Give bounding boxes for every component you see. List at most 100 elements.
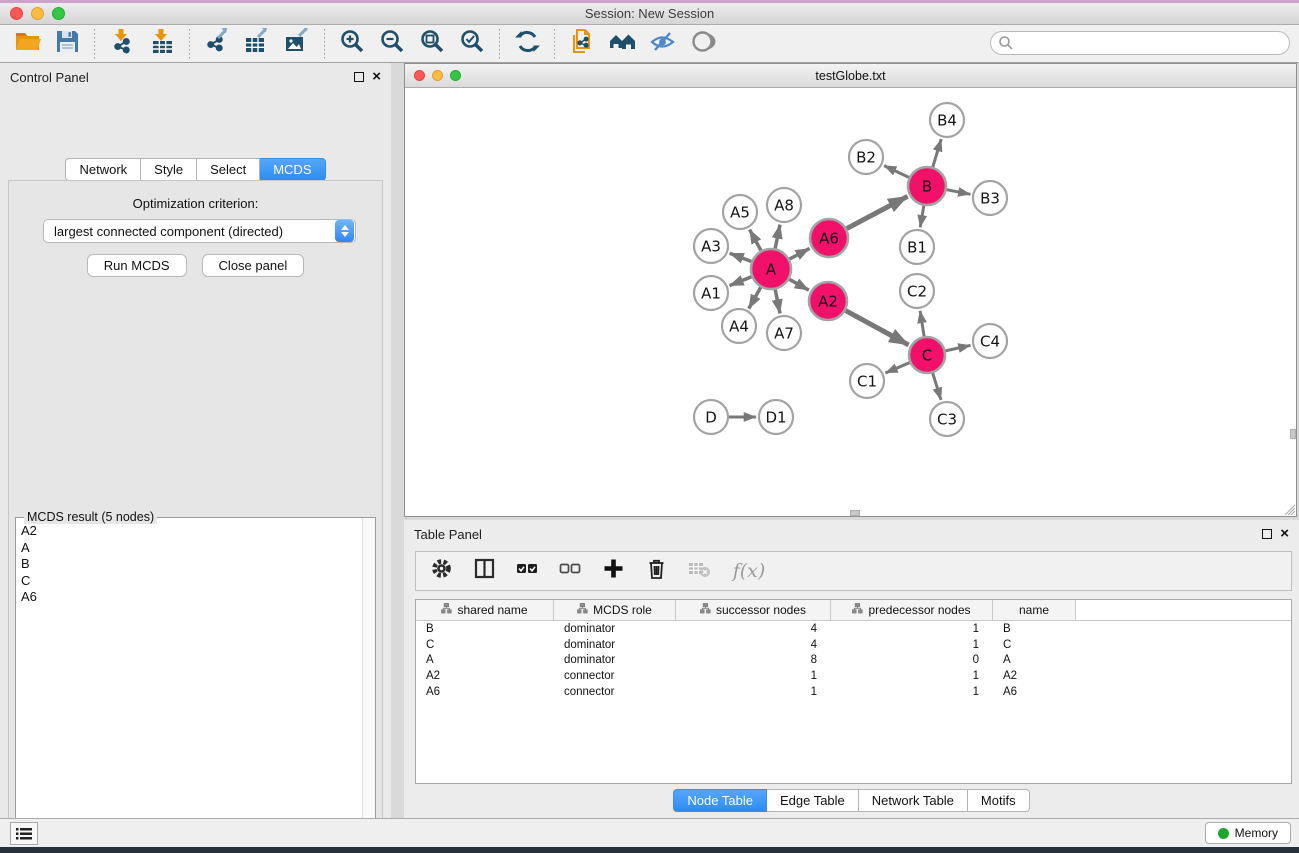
node-C[interactable]: C [909,337,945,373]
column-header-name[interactable]: name [993,600,1076,620]
node-A8[interactable]: A8 [767,188,801,222]
column-header-shared-name[interactable]: shared name [416,600,554,620]
node-C2[interactable]: C2 [900,274,934,308]
delete-table-button[interactable] [686,558,712,584]
show-all-button[interactable] [687,29,717,59]
close-panel-button[interactable]: Close panel [202,254,305,277]
edge-A-A7[interactable] [775,290,780,314]
result-scrollbar[interactable] [362,518,375,853]
hide-selected-button[interactable] [647,29,677,59]
tab-edge-table[interactable]: Edge Table [767,789,859,812]
cell-shared-name[interactable]: C [416,639,554,651]
result-item[interactable]: B [17,556,361,573]
vertical-scrollbar-thumb[interactable] [1290,429,1296,439]
deselect-all-checkboxes-button[interactable] [557,558,583,584]
cell-successor-nodes[interactable]: 4 [676,623,831,635]
cell-predecessor-nodes[interactable]: 0 [831,654,993,666]
duplicate-network-button[interactable] [567,29,597,59]
cell-MCDS-role[interactable]: connector [554,670,676,682]
cell-successor-nodes[interactable]: 8 [676,654,831,666]
node-D[interactable]: D [694,400,728,434]
cell-shared-name[interactable]: B [416,623,554,635]
result-item[interactable]: C [17,573,361,590]
table-row[interactable]: A6connector11A6 [416,684,1291,700]
node-A2[interactable]: A2 [809,282,847,320]
edge-B-B2[interactable] [884,166,909,178]
resize-grip-icon[interactable] [1282,502,1295,515]
node-C3[interactable]: C3 [930,402,964,436]
edge-A-A4[interactable] [749,287,761,308]
edge-A-A6[interactable] [790,248,810,259]
table-row[interactable]: A2connector11A2 [416,668,1291,684]
tab-mcds[interactable]: MCDS [260,158,325,181]
node-C1[interactable]: C1 [850,364,884,398]
cell-name[interactable]: C [993,639,1076,651]
edge-A-A1[interactable] [730,277,752,286]
edge-A-A5[interactable] [750,230,761,251]
column-settings-gear-button[interactable] [428,558,454,584]
run-mcds-button[interactable]: Run MCDS [87,254,187,277]
cell-shared-name[interactable]: A2 [416,670,554,682]
node-B2[interactable]: B2 [849,140,883,174]
result-item[interactable]: A [17,540,361,557]
edge-B-B4[interactable] [933,139,941,167]
result-item[interactable]: A2 [17,523,361,540]
table-row[interactable]: Bdominator41B [416,621,1291,637]
cell-shared-name[interactable]: A6 [416,686,554,698]
node-B[interactable]: B [908,167,946,205]
node-B4[interactable]: B4 [930,103,964,137]
cell-predecessor-nodes[interactable]: 1 [831,686,993,698]
edge-A6-B[interactable] [847,196,908,228]
export-network-button[interactable] [202,29,232,59]
export-table-button[interactable] [242,29,272,59]
column-header-predecessor-nodes[interactable]: predecessor nodes [831,600,993,620]
edge-B-B3[interactable] [947,190,971,195]
search-input[interactable] [990,31,1290,55]
edge-C-C3[interactable] [933,373,941,400]
tab-motifs[interactable]: Motifs [968,789,1030,812]
result-item[interactable]: A6 [17,589,361,606]
close-panel-icon[interactable]: × [372,72,381,82]
network-canvas[interactable]: AA1A2A3A4A5A6A7A8BB1B2B3B4CC1C2C3C4DD1 [405,88,1296,516]
zoom-selected-button[interactable] [457,29,487,59]
delete-row-trash-button[interactable] [643,558,669,584]
cell-MCDS-role[interactable]: dominator [554,623,676,635]
task-history-button[interactable] [10,822,38,845]
select-all-checkboxes-button[interactable] [514,558,540,584]
cell-name[interactable]: A6 [993,686,1076,698]
tab-network-table[interactable]: Network Table [859,789,968,812]
edge-C-C4[interactable] [946,345,971,351]
cell-predecessor-nodes[interactable]: 1 [831,670,993,682]
home-layout-button[interactable] [607,29,637,59]
column-header-successor-nodes[interactable]: successor nodes [676,600,831,620]
node-A5[interactable]: A5 [723,195,757,229]
column-header-MCDS-role[interactable]: MCDS role [554,600,676,620]
float-table-panel-icon[interactable] [1262,529,1272,539]
function-builder-button[interactable]: f(x) [729,558,769,584]
node-D1[interactable]: D1 [759,400,793,434]
table-row[interactable]: Adominator80A [416,652,1291,668]
refresh-network-button[interactable] [512,29,542,59]
node-C4[interactable]: C4 [973,324,1007,358]
tab-node-table[interactable]: Node Table [673,789,767,812]
import-network-button[interactable] [107,29,137,59]
node-A7[interactable]: A7 [767,316,801,350]
cell-successor-nodes[interactable]: 1 [676,670,831,682]
node-A4[interactable]: A4 [722,309,756,343]
tab-style[interactable]: Style [141,158,197,181]
cell-predecessor-nodes[interactable]: 1 [831,623,993,635]
node-A[interactable]: A [751,249,791,289]
export-image-button[interactable] [282,29,312,59]
cell-MCDS-role[interactable]: connector [554,686,676,698]
edge-A-A3[interactable] [730,253,752,261]
tab-network[interactable]: Network [65,158,141,181]
node-B1[interactable]: B1 [900,230,934,264]
zoom-in-button[interactable] [337,29,367,59]
edge-A-A8[interactable] [775,225,780,249]
table-row[interactable]: Cdominator41C [416,637,1291,653]
tab-select[interactable]: Select [197,158,260,181]
cell-name[interactable]: B [993,623,1076,635]
edge-B-B1[interactable] [920,206,924,228]
import-table-button[interactable] [147,29,177,59]
edge-C-C2[interactable] [920,311,924,336]
